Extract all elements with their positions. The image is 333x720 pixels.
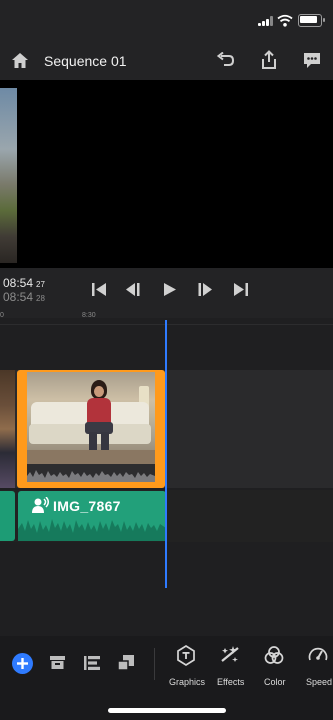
step-back-icon[interactable]: [125, 282, 141, 297]
audio-waveform: [18, 519, 166, 541]
ruler-label: 0: [0, 312, 4, 319]
tool-effects[interactable]: Effects: [210, 642, 250, 688]
effects-icon: [221, 646, 239, 662]
color-icon: [264, 646, 284, 664]
step-forward-icon[interactable]: [197, 282, 213, 297]
tool-label: Graphics: [169, 677, 206, 687]
tool-label: Speed: [306, 677, 333, 687]
tool-speed[interactable]: Speed: [298, 642, 333, 688]
graphics-icon: [177, 644, 195, 666]
voiceover-icon: [32, 497, 49, 513]
timeline[interactable]: 0 8:30 IMG_7867: [0, 312, 333, 636]
ruler-label: 8:30: [82, 312, 96, 319]
plus-icon: [17, 658, 28, 669]
tool-label: Color: [264, 677, 286, 687]
audio-clip-previous[interactable]: [0, 491, 15, 541]
total-timecode: 08:54 28: [3, 290, 45, 304]
transport-bar: 08:54 27 08:54 28: [0, 268, 333, 318]
share-icon[interactable]: [260, 50, 278, 70]
home-indicator[interactable]: [108, 708, 226, 713]
tool-color[interactable]: Color: [254, 642, 294, 688]
playhead[interactable]: [165, 320, 167, 588]
home-icon[interactable]: [11, 52, 29, 69]
video-preview[interactable]: [0, 80, 333, 268]
header: Sequence 01: [0, 40, 333, 84]
play-icon[interactable]: [163, 282, 177, 297]
page-title: Sequence 01: [44, 53, 127, 69]
battery-icon: [298, 14, 325, 27]
go-to-start-icon[interactable]: [91, 282, 107, 297]
speed-icon: [308, 647, 328, 661]
media-bin-icon[interactable]: [49, 655, 66, 670]
undo-icon[interactable]: [216, 52, 236, 70]
aspect-ratio-icon[interactable]: [117, 654, 135, 671]
add-media-button[interactable]: [12, 653, 33, 674]
track-layout-icon[interactable]: [83, 655, 101, 671]
video-clip-previous[interactable]: [0, 370, 15, 488]
current-timecode: 08:54 27: [3, 276, 45, 290]
video-audio-waveform: [27, 470, 155, 482]
tool-label: Effects: [217, 677, 245, 687]
audio-clip[interactable]: IMG_7867: [18, 491, 166, 541]
tool-graphics[interactable]: Graphics: [166, 642, 206, 688]
toolbar-divider: [154, 648, 155, 680]
clip-thumbnail: [27, 372, 155, 464]
signal-icon: [258, 16, 273, 26]
status-bar: [0, 0, 333, 40]
wifi-icon: [277, 14, 293, 27]
preview-frame-edge: [0, 88, 17, 263]
go-to-end-icon[interactable]: [233, 282, 249, 297]
audio-clip-name: IMG_7867: [53, 498, 121, 514]
comments-icon[interactable]: [302, 51, 322, 70]
